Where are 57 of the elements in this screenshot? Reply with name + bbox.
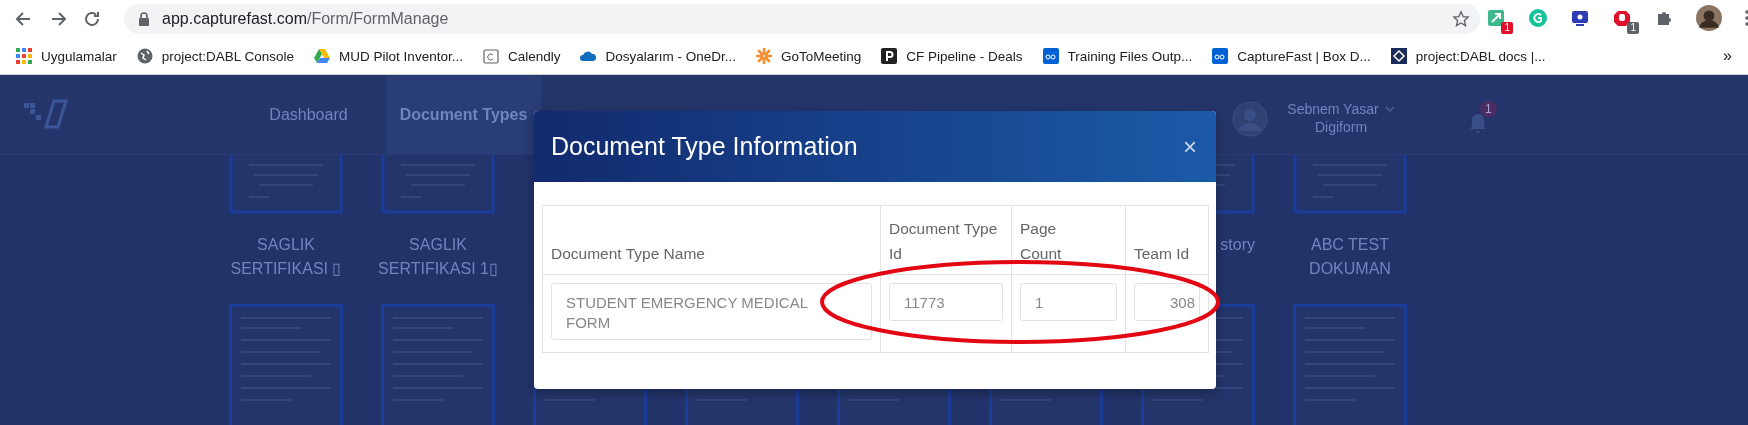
column-header: Document Type Name (551, 245, 705, 262)
document-title: SAGLIK SERTIFIKASI 1▯ (377, 235, 499, 279)
user-avatar-icon[interactable] (1232, 101, 1268, 137)
bookmark[interactable]: Calendly (482, 48, 561, 64)
input-field[interactable]: 11773 (889, 283, 1003, 321)
triangle-icon (314, 48, 331, 64)
box-logo-icon (1042, 48, 1059, 64)
bookmark[interactable]: GoToMeeting (755, 48, 862, 64)
column-header: Team Id (1134, 245, 1190, 262)
column-header: Document Type Id (889, 220, 998, 262)
extension-icon[interactable] (1528, 8, 1548, 28)
bell-icon[interactable] (1468, 112, 1488, 134)
document-thumbnail[interactable] (381, 155, 495, 214)
extension-badge: 1 (1627, 22, 1639, 34)
input-field[interactable]: 308 (1134, 283, 1200, 321)
document-title: ABC TEST DOKUMAN (1308, 235, 1392, 279)
address-bar[interactable]: app.capturefast.com/Form/FormManage (124, 4, 1480, 34)
lock-icon (138, 12, 150, 26)
more-bookmarks[interactable]: » (1723, 47, 1732, 65)
modal-title: Document Type Information (551, 132, 858, 161)
caret-icon[interactable] (1384, 106, 1395, 112)
p-logo-icon (881, 48, 898, 64)
globe-icon (136, 48, 153, 64)
document-thumbnail[interactable] (1293, 155, 1407, 214)
input-field[interactable]: 1 (1020, 283, 1117, 321)
document-thumbnail[interactable] (229, 155, 343, 214)
document-title: story (1220, 235, 1255, 255)
document-thumbnail[interactable] (229, 304, 343, 425)
bookmark[interactable]: CF Pipeline - Deals (881, 48, 1023, 64)
stop-hand-icon[interactable] (1612, 8, 1632, 28)
extension-badge: 1 (1501, 22, 1513, 34)
company-name: Digiform (1313, 119, 1369, 135)
bookmark[interactable]: Dosyalarım - OneDr... (580, 48, 736, 64)
flower-icon (755, 48, 772, 64)
logo-icon[interactable] (24, 97, 68, 131)
monitor-icon[interactable] (1570, 8, 1590, 28)
input-field[interactable]: STUDENT EMERGENCY MEDICAL FORM (551, 283, 872, 340)
apps-grid-icon (16, 48, 32, 64)
box-logo-icon (1212, 48, 1229, 64)
diamond-logo-icon (1390, 48, 1407, 64)
star-icon[interactable] (1452, 10, 1470, 28)
bookmark[interactable]: Training Files Outp... (1042, 48, 1193, 64)
document-thumbnail[interactable] (1293, 304, 1407, 425)
column-header: Page Count (1020, 220, 1062, 262)
notification-badge: 1 (1480, 101, 1497, 117)
bookmark[interactable]: CaptureFast | Box D... (1212, 48, 1371, 64)
bookmark[interactable]: project:DABL docs |... (1390, 48, 1546, 64)
bookmark[interactable]: Uygulamalar (16, 48, 117, 64)
bookmark[interactable]: project:DABL Console (136, 48, 295, 64)
document-title: SAGLIK SERTIFIKASI ▯ (229, 235, 343, 279)
profile-avatar-icon[interactable] (1696, 5, 1722, 31)
bookmark[interactable]: MUD Pilot Inventor... (314, 48, 463, 64)
document-thumbnail[interactable] (381, 304, 495, 425)
calendar-icon (482, 48, 499, 64)
extension-icon[interactable] (1486, 8, 1506, 28)
reload-icon[interactable] (82, 9, 102, 29)
close-button[interactable]: × (1181, 134, 1199, 159)
